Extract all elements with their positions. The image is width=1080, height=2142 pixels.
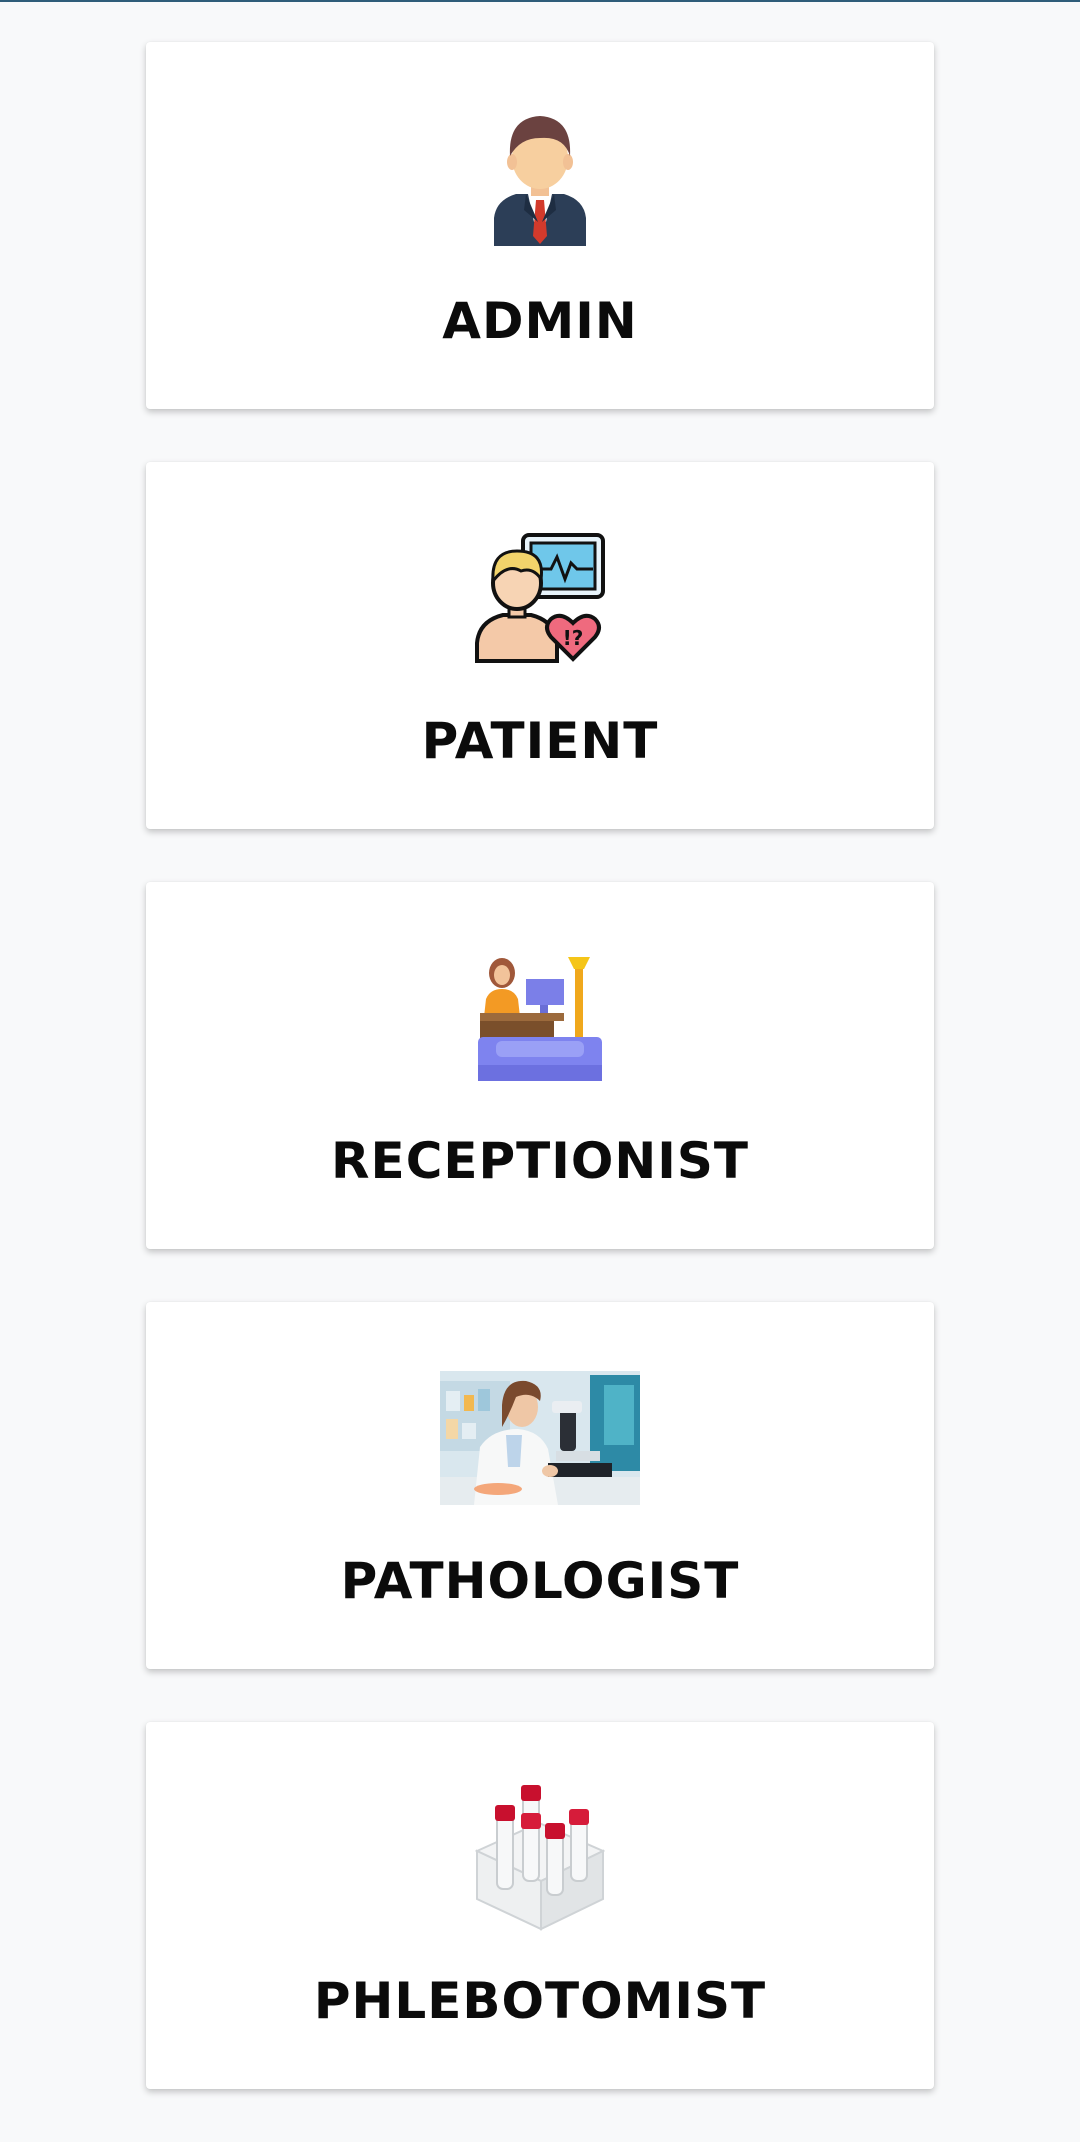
receptionist-desk-icon	[146, 950, 934, 1086]
pathologist-microscope-photo	[146, 1370, 934, 1506]
svg-text:!?: !?	[563, 626, 584, 650]
role-label-pathologist: PATHOLOGIST	[340, 1552, 740, 1610]
role-label-receptionist: RECEPTIONIST	[331, 1132, 749, 1190]
role-card-pathologist[interactable]: PATHOLOGIST	[146, 1302, 934, 1669]
role-card-patient[interactable]: !? PATIENT	[146, 462, 934, 829]
blood-test-tubes-icon	[146, 1785, 934, 1931]
role-card-phlebotomist[interactable]: PHLEBOTOMIST	[146, 1722, 934, 2089]
role-card-admin[interactable]: ADMIN	[146, 42, 934, 409]
role-card-receptionist[interactable]: RECEPTIONIST	[146, 882, 934, 1249]
patient-monitor-heart-icon: !?	[146, 530, 934, 666]
role-list: ADMIN !? PATIENT RECEPTIONIST PATHOLOGIS…	[146, 42, 934, 2142]
role-label-phlebotomist: PHLEBOTOMIST	[313, 1972, 767, 2030]
admin-user-icon	[146, 110, 934, 246]
top-border	[0, 0, 1080, 2]
role-label-patient: PATIENT	[421, 712, 659, 770]
role-label-admin: ADMIN	[442, 292, 638, 350]
